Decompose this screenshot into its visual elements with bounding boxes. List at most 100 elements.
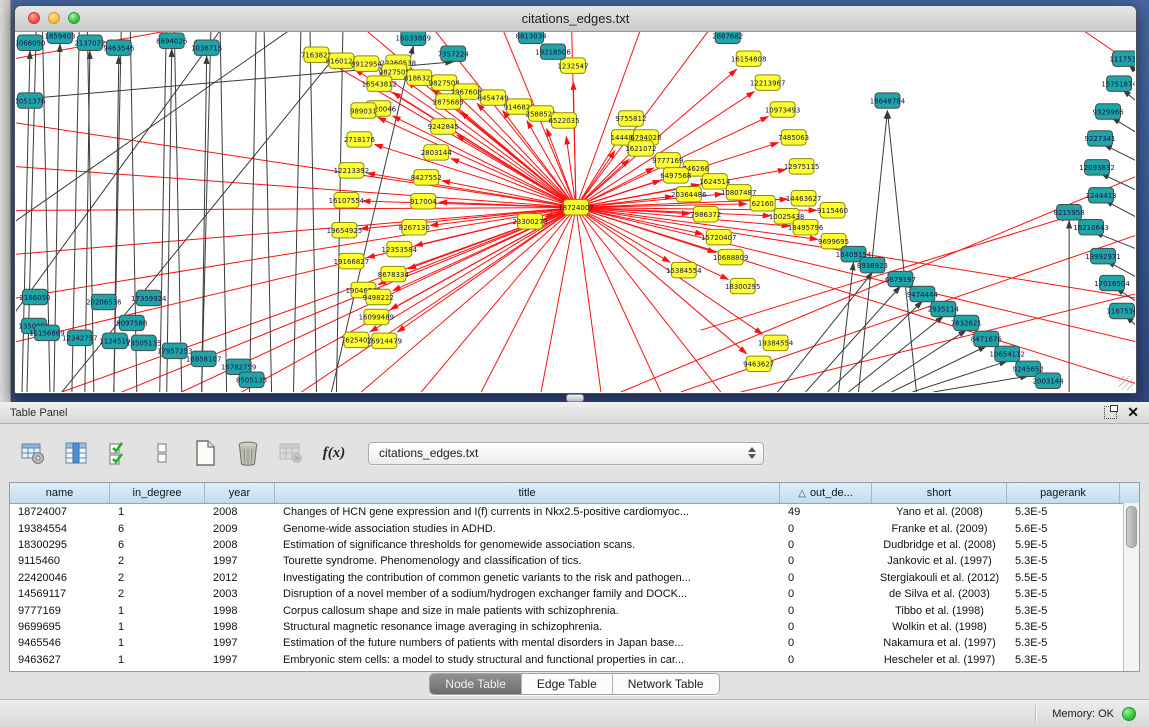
graph-node[interactable]: 12353584	[382, 241, 418, 256]
graph-node[interactable]: 10654112	[989, 346, 1025, 361]
graph-node[interactable]: 8215958	[1054, 205, 1085, 220]
graph-node[interactable]: 16107554	[329, 193, 365, 208]
graph-node[interactable]: 20206536	[86, 294, 122, 309]
graph-node[interactable]: 19218506	[535, 44, 571, 59]
graph-node[interactable]: 8678334	[378, 266, 410, 281]
graph-node[interactable]: 2887682	[712, 32, 743, 43]
graph-node[interactable]: 16958107	[186, 351, 222, 366]
table-row[interactable]: 946362711997Embryonic stem cells: a mode…	[10, 652, 1139, 668]
graph-node[interactable]: 9115460	[817, 203, 848, 218]
graph-node[interactable]: 16154808	[731, 51, 767, 66]
column-header-title[interactable]: title	[275, 483, 780, 503]
table-vertical-scrollbar[interactable]	[1123, 503, 1139, 671]
create-table-button[interactable]	[190, 438, 220, 468]
graph-node[interactable]: 7357224	[438, 46, 470, 61]
graph-node[interactable]: 12213392	[334, 163, 370, 178]
graph-node[interactable]: 8471676	[971, 331, 1002, 346]
function-builder-button[interactable]: f(x)	[319, 438, 349, 468]
panel-divider-handle[interactable]	[566, 394, 584, 402]
graph-node[interactable]: 16099489	[359, 309, 395, 324]
table-row[interactable]: 2242004622012Investigating the contribut…	[10, 570, 1139, 586]
graph-node[interactable]: 14463627	[786, 191, 822, 206]
graph-node[interactable]: 18495796	[788, 219, 824, 234]
graph-node[interactable]: 20364486	[671, 187, 707, 202]
graph-node[interactable]: 6679197	[885, 271, 916, 286]
network-window-titlebar[interactable]: citations_edges.txt	[15, 6, 1136, 32]
graph-node[interactable]: 9227341	[1085, 131, 1116, 146]
graph-node[interactable]: 9463546	[103, 40, 134, 55]
graph-node[interactable]: 9474444	[907, 286, 939, 301]
graph-node[interactable]: 989031	[350, 103, 377, 118]
graph-node[interactable]: 9463627	[743, 356, 774, 371]
graph-node[interactable]: 7986372	[690, 207, 721, 222]
graph-node[interactable]: 16914479	[367, 333, 403, 348]
graph-node[interactable]: 2935114	[928, 301, 960, 316]
graph-node[interactable]: 19166827	[334, 253, 370, 268]
graph-node[interactable]: 6497568	[660, 168, 691, 183]
graph-node[interactable]: 10973493	[765, 102, 801, 117]
table-row[interactable]: 1830029562008Estimation of significance …	[10, 537, 1139, 553]
graph-node[interactable]: 8813034	[516, 32, 548, 43]
graph-node[interactable]: 11156869	[29, 325, 65, 340]
show-column-button[interactable]	[61, 438, 91, 468]
graph-node[interactable]: 6522035	[548, 113, 579, 128]
graph-node[interactable]: 16210643	[1073, 219, 1109, 234]
clear-selection-button[interactable]	[147, 438, 177, 468]
graph-node[interactable]: 2875685	[433, 94, 464, 109]
graph-node[interactable]: 12342757	[62, 330, 98, 345]
float-panel-icon[interactable]	[1104, 406, 1117, 419]
citation-network-graph[interactable]: 1872400723300273716382281601288912954222…	[16, 32, 1135, 392]
graph-node[interactable]: 1036715	[191, 40, 222, 55]
graph-node[interactable]: 19654925	[327, 222, 363, 237]
graph-node[interactable]: 10688809	[713, 249, 749, 264]
graph-node[interactable]: 9242845	[428, 119, 459, 134]
graph-node[interactable]: 16648784	[870, 93, 906, 108]
graph-node[interactable]: 8427552	[411, 170, 442, 185]
graph-node[interactable]: 1167534	[1106, 303, 1135, 318]
graph-node[interactable]: 12093832	[1079, 160, 1115, 175]
column-header-pagerank[interactable]: pagerank	[1007, 483, 1120, 503]
graph-node[interactable]: 9755812	[615, 111, 646, 126]
table-row[interactable]: 1872400712008Changes of HCN gene express…	[10, 504, 1139, 520]
table-row[interactable]: 911546021997Tourette syndrome. Phenomeno…	[10, 553, 1139, 569]
tab-node-table[interactable]: Node Table	[430, 674, 522, 694]
column-header-short[interactable]: short	[872, 483, 1007, 503]
column-header-year[interactable]: year	[205, 483, 275, 503]
table-row[interactable]: 1456911722003Disruption of a novel membe…	[10, 586, 1139, 602]
graph-node[interactable]: 12213967	[750, 75, 786, 90]
graph-node[interactable]: 9498222	[363, 289, 394, 304]
graph-node[interactable]: 8694026	[156, 33, 187, 48]
graph-node[interactable]: 1244413	[1086, 188, 1117, 203]
graph-node[interactable]: 16033809	[396, 32, 432, 45]
graph-node[interactable]: 1621072	[625, 141, 656, 156]
graph-node[interactable]: 7485063	[778, 130, 809, 145]
graph-node[interactable]: 917004	[410, 194, 437, 209]
graph-node[interactable]: 15751874	[1101, 76, 1135, 91]
graph-node[interactable]: 1117534	[1109, 51, 1135, 66]
graph-node[interactable]: 7632621	[951, 315, 982, 330]
table-row[interactable]: 1938455462009Genome-wide association stu…	[10, 520, 1139, 536]
graph-node[interactable]: 2718176	[344, 132, 375, 147]
graph-node[interactable]: 13992971	[1085, 248, 1121, 263]
graph-node[interactable]: 2066050	[16, 35, 46, 50]
column-header-in_degree[interactable]: in_degree	[110, 483, 205, 503]
select-all-button[interactable]	[104, 438, 134, 468]
graph-node[interactable]: 9777169	[652, 153, 683, 168]
graph-node[interactable]: 15720407	[701, 229, 737, 244]
tab-edge-table[interactable]: Edge Table	[522, 674, 613, 694]
network-window[interactable]: citations_edges.txt 18724007233002737163…	[14, 5, 1137, 394]
graph-node[interactable]: 62160	[750, 196, 775, 211]
graph-node[interactable]: 17016504	[1094, 275, 1130, 290]
table-settings-button[interactable]	[18, 438, 48, 468]
network-canvas[interactable]: 1872400723300273716382281601288912954222…	[16, 32, 1135, 392]
close-panel-icon[interactable]: ✕	[1127, 407, 1139, 418]
table-selector-dropdown[interactable]: citations_edges.txt	[368, 442, 764, 465]
graph-node[interactable]: 8267130	[399, 219, 430, 234]
graph-node[interactable]: 19384554	[758, 335, 794, 350]
window-resize-grip[interactable]	[1119, 376, 1133, 390]
graph-node[interactable]: 2051376	[16, 93, 46, 108]
graph-node[interactable]: 1859403	[44, 32, 75, 43]
graph-node[interactable]: 2166050	[19, 289, 50, 304]
column-header-out_de[interactable]: △out_de...	[780, 483, 872, 503]
graph-node[interactable]: 12975115	[784, 159, 820, 174]
